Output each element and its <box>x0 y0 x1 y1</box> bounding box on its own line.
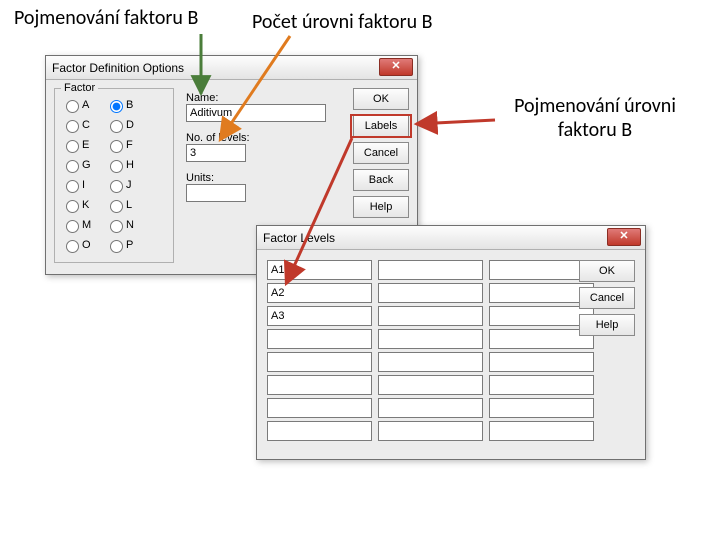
close-icon[interactable]: ✕ <box>607 228 641 246</box>
titlebar-factor-levels: Factor Levels ✕ <box>257 226 645 250</box>
ok-button[interactable]: OK <box>353 88 409 110</box>
highlight-labels-button <box>350 114 412 138</box>
factor-radio-a[interactable]: A <box>61 97 105 113</box>
level-cell[interactable] <box>378 398 483 418</box>
label-name: Name: <box>186 92 326 104</box>
factor-radio-o[interactable]: O <box>61 237 105 253</box>
level-cell[interactable] <box>267 375 372 395</box>
level-cell[interactable] <box>267 306 372 326</box>
level-cell[interactable] <box>267 329 372 349</box>
factor-radio-i[interactable]: I <box>61 177 105 193</box>
factor-radio-m[interactable]: M <box>61 217 105 233</box>
factor-radio-b[interactable]: B <box>105 97 149 113</box>
factor-radio-d[interactable]: D <box>105 117 149 133</box>
fields-column: Name: No. of levels: Units: <box>186 88 326 202</box>
level-cell[interactable] <box>489 375 594 395</box>
level-cell[interactable] <box>378 375 483 395</box>
units-input[interactable] <box>186 184 246 202</box>
cancel-button[interactable]: Cancel <box>579 287 635 309</box>
level-cell[interactable] <box>267 421 372 441</box>
back-button[interactable]: Back <box>353 169 409 191</box>
cancel-button[interactable]: Cancel <box>353 142 409 164</box>
help-button[interactable]: Help <box>579 314 635 336</box>
factor-radio-l[interactable]: L <box>105 197 149 213</box>
dialog-factor-levels: Factor Levels ✕ OK Cancel Help <box>256 225 646 460</box>
title-factor-definition: Factor Definition Options <box>52 61 184 75</box>
level-cell[interactable] <box>267 283 372 303</box>
factor-radio-k[interactable]: K <box>61 197 105 213</box>
level-cell[interactable] <box>378 306 483 326</box>
level-cell[interactable] <box>267 352 372 372</box>
titlebar-factor-definition: Factor Definition Options ✕ <box>46 56 417 80</box>
dialog2-button-column: OK Cancel Help <box>579 260 635 341</box>
label-levels: No. of levels: <box>186 132 326 144</box>
name-input[interactable] <box>186 104 326 122</box>
level-cell[interactable] <box>489 421 594 441</box>
annotation-name-factor-b: Pojmenování faktoru B <box>14 6 198 30</box>
annotation-name-levels-b: Pojmenování úrovni faktoru B <box>495 94 695 142</box>
level-cell[interactable] <box>378 260 483 280</box>
group-factor: Factor ABCDEFGHIJKLMNOP <box>54 88 174 263</box>
factor-radio-j[interactable]: J <box>105 177 149 193</box>
level-cell[interactable] <box>267 260 372 280</box>
factor-radio-e[interactable]: E <box>61 137 105 153</box>
help-button[interactable]: Help <box>353 196 409 218</box>
levels-grid <box>267 260 594 441</box>
label-units: Units: <box>186 172 326 184</box>
level-cell[interactable] <box>489 352 594 372</box>
level-cell[interactable] <box>378 421 483 441</box>
factor-radio-n[interactable]: N <box>105 217 149 233</box>
levels-input[interactable] <box>186 144 246 162</box>
ok-button[interactable]: OK <box>579 260 635 282</box>
level-cell[interactable] <box>378 352 483 372</box>
title-factor-levels: Factor Levels <box>263 231 335 245</box>
close-icon[interactable]: ✕ <box>379 58 413 76</box>
factor-radio-f[interactable]: F <box>105 137 149 153</box>
level-cell[interactable] <box>267 398 372 418</box>
factor-radio-g[interactable]: G <box>61 157 105 173</box>
level-cell[interactable] <box>378 329 483 349</box>
factor-radio-p[interactable]: P <box>105 237 149 253</box>
annotation-count-levels-b: Počet úrovni faktoru B <box>252 10 433 34</box>
dialog1-button-column: OK Labels Cancel Back Help <box>353 88 409 223</box>
level-cell[interactable] <box>378 283 483 303</box>
group-factor-legend: Factor <box>61 82 98 94</box>
factor-radio-c[interactable]: C <box>61 117 105 133</box>
factor-radio-h[interactable]: H <box>105 157 149 173</box>
level-cell[interactable] <box>489 398 594 418</box>
